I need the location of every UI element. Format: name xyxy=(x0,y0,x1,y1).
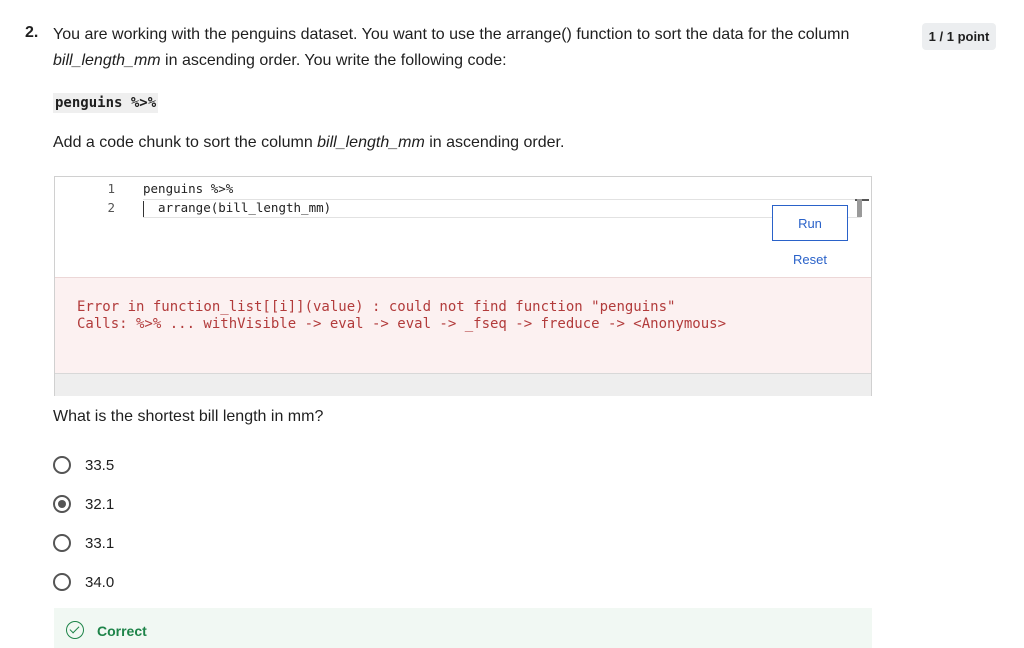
radio-button[interactable] xyxy=(53,534,71,552)
line-code[interactable]: arrange(bill_length_mm) xyxy=(143,198,331,217)
option-label: 32.1 xyxy=(85,495,115,513)
score-badge: 1 / 1 point xyxy=(922,23,996,50)
question-number: 2. xyxy=(25,24,39,41)
option-label: 34.0 xyxy=(85,573,115,591)
code-editor[interactable]: 1 penguins %>% 2 arrange(bill_length_mm)… xyxy=(55,177,871,277)
question-text-part2: in ascending order. You write the follow… xyxy=(160,52,507,69)
answer-option[interactable]: 34.0 xyxy=(53,571,114,593)
question-text: You are working with the penguins datase… xyxy=(53,22,883,74)
instruction-part1: Add a code chunk to sort the column xyxy=(53,134,318,151)
run-button[interactable]: Run xyxy=(772,205,848,241)
question-text-column: bill_length_mm xyxy=(53,52,161,69)
radio-button[interactable] xyxy=(53,456,71,474)
line-number: 1 xyxy=(107,181,115,196)
answer-option[interactable]: 33.5 xyxy=(53,454,114,476)
code-exercise-widget: 1 penguins %>% 2 arrange(bill_length_mm)… xyxy=(54,176,872,396)
line-code[interactable]: penguins %>% xyxy=(143,179,233,198)
line-number: 2 xyxy=(107,200,115,215)
feedback-label: Correct xyxy=(97,623,147,639)
answer-option[interactable]: 32.1 xyxy=(53,493,114,515)
check-circle-icon xyxy=(66,621,84,639)
error-message: Error in function_list[[i]](value) : cou… xyxy=(77,299,726,333)
radio-button[interactable] xyxy=(53,573,71,591)
instruction-part2: in ascending order. xyxy=(424,134,565,151)
error-output: Error in function_list[[i]](value) : cou… xyxy=(55,277,871,373)
instruction-text: Add a code chunk to sort the column bill… xyxy=(53,134,564,152)
output-footer-bar xyxy=(55,373,871,396)
feedback-panel: Correct xyxy=(54,608,872,648)
error-line-1: Error in function_list[[i]](value) : cou… xyxy=(77,299,676,315)
scrollbar-thumb[interactable] xyxy=(857,199,862,217)
question-text-part1: You are working with the penguins datase… xyxy=(53,26,850,43)
reset-button[interactable]: Reset xyxy=(772,252,848,267)
instruction-column: bill_length_mm xyxy=(317,134,425,151)
option-label: 33.1 xyxy=(85,534,115,552)
given-code-snippet: penguins %>% xyxy=(53,93,159,113)
error-line-2: Calls: %>% ... withVisible -> eval -> ev… xyxy=(77,316,727,332)
subquestion-text: What is the shortest bill length in mm? xyxy=(53,408,324,425)
radio-button-selected[interactable] xyxy=(53,495,71,513)
answer-option[interactable]: 33.1 xyxy=(53,532,114,554)
option-label: 33.5 xyxy=(85,456,115,474)
text-cursor xyxy=(143,201,144,217)
